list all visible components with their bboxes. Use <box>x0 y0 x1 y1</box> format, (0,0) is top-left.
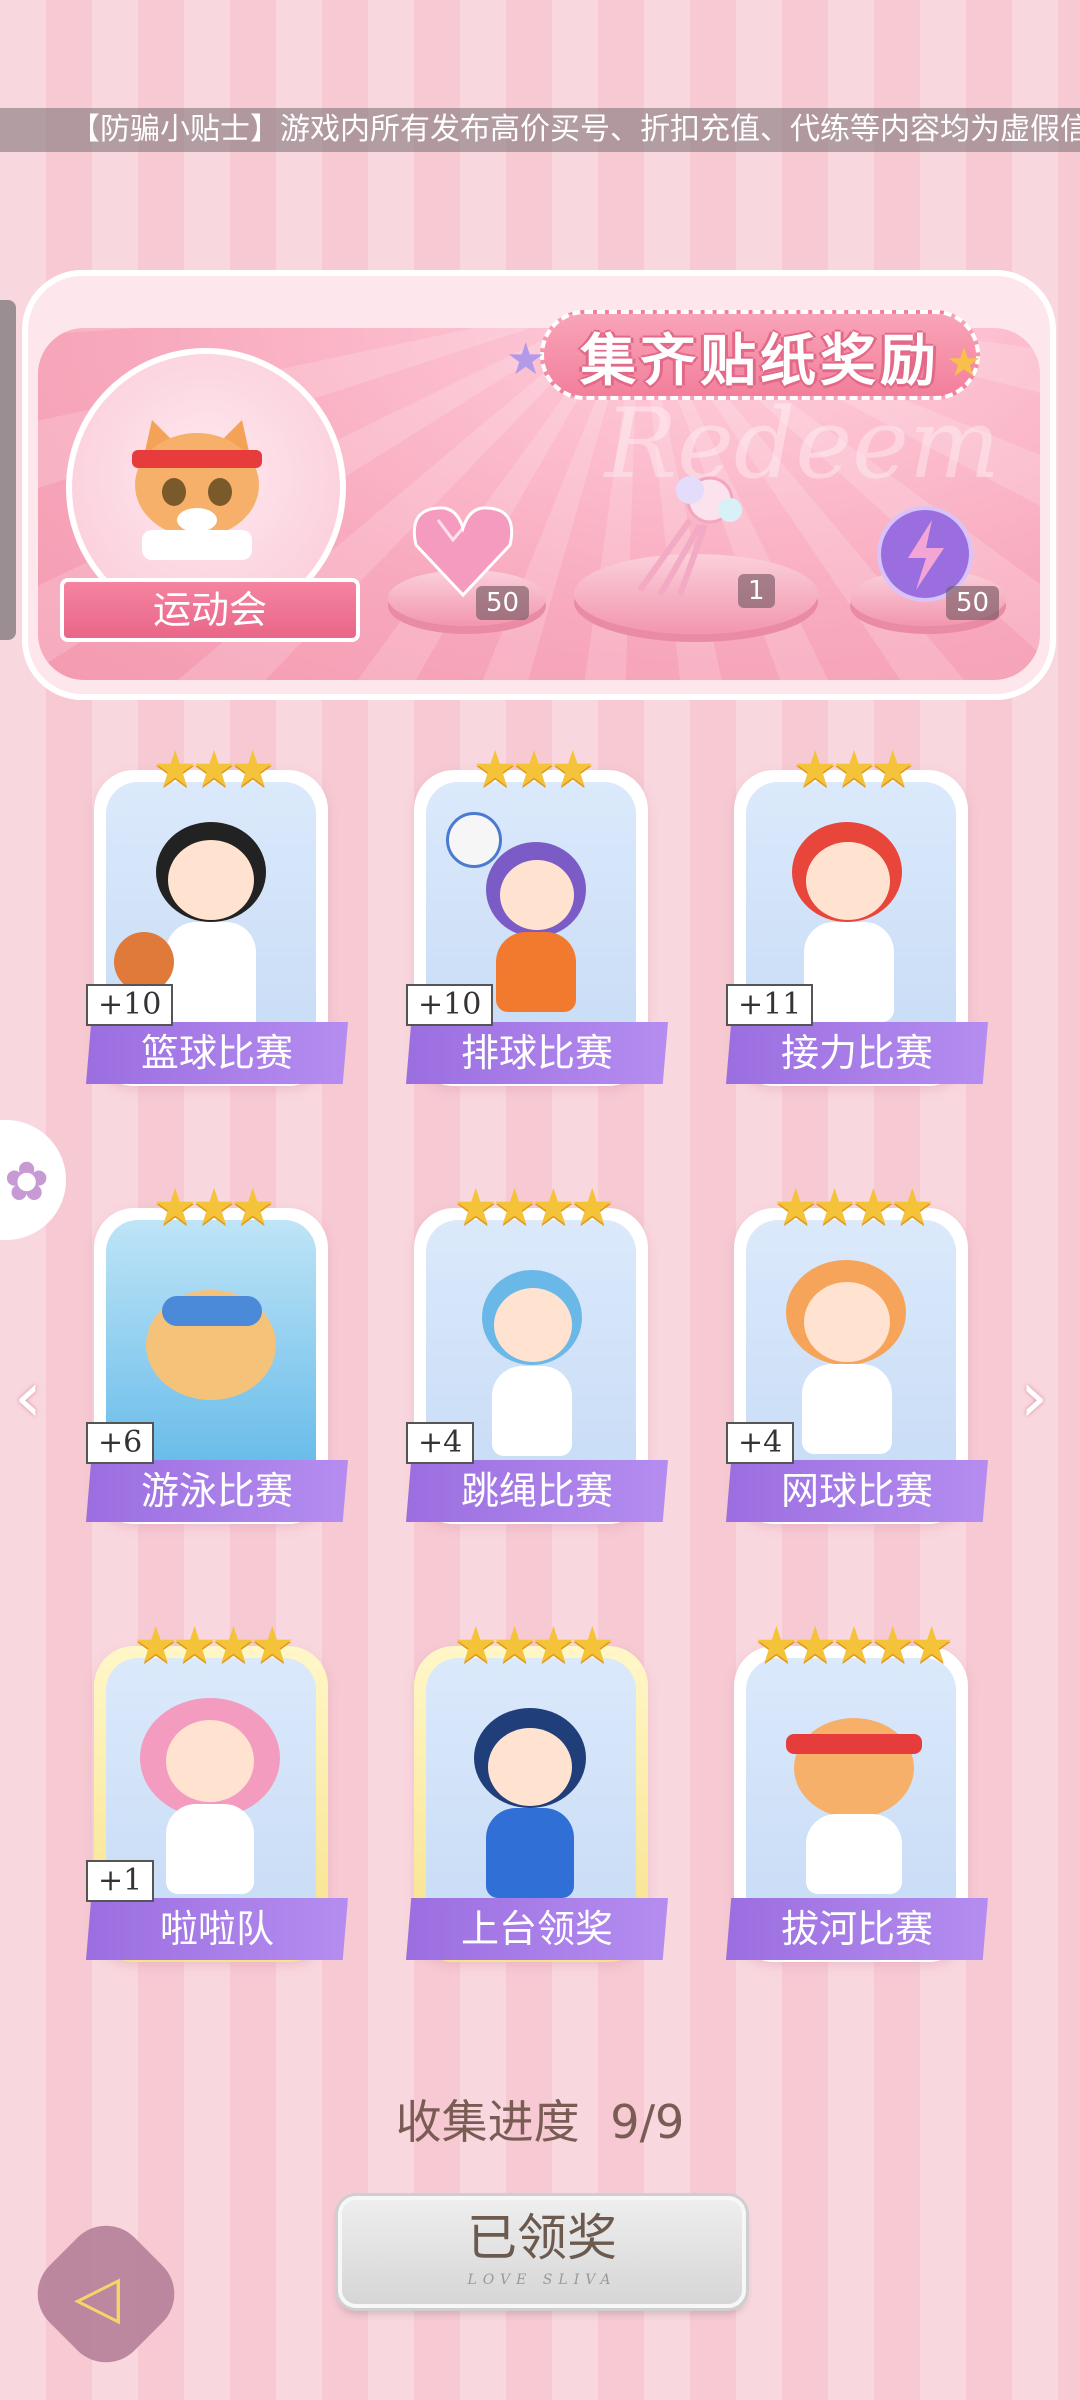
reward-qty: 50 <box>476 586 530 620</box>
sticker-card-volleyball[interactable]: ★★★ 排球比赛 +10 <box>406 740 668 1100</box>
card-label: 啦啦队 <box>86 1898 348 1960</box>
rating-stars: ★★★ <box>152 1178 275 1236</box>
card-label: 拔河比赛 <box>726 1898 988 1960</box>
card-label: 跳绳比赛 <box>406 1460 668 1522</box>
card-label: 排球比赛 <box>406 1022 668 1084</box>
card-bonus-badge: +1 <box>86 1860 155 1902</box>
claimed-button-label: 已领奖 <box>467 2209 617 2267</box>
card-label: 接力比赛 <box>726 1022 988 1084</box>
side-menu-bubble[interactable]: ✿ <box>0 1120 66 1240</box>
progress-label: 收集进度 <box>395 2095 580 2149</box>
rating-stars: ★★★★ <box>453 1178 614 1236</box>
card-label: 网球比赛 <box>726 1460 988 1522</box>
anti-fraud-ticker: 【防骗小贴士】游戏内所有发布高价买号、折扣充值、代练等内容均为虚假信 <box>0 108 1080 152</box>
back-arrow-icon: ◁ <box>74 2262 121 2332</box>
sticker-card-award[interactable]: ★★★★ 上台领奖 <box>406 1616 668 1976</box>
card-label: 上台领奖 <box>406 1898 668 1960</box>
claimed-button[interactable]: 已领奖 LOVE SLIVA <box>338 2196 746 2308</box>
next-page-arrow-icon[interactable]: › <box>1020 1356 1048 1438</box>
rating-stars: ★★★★ <box>133 1616 294 1674</box>
cat-mascot-icon <box>132 420 262 560</box>
card-label: 篮球比赛 <box>86 1022 348 1084</box>
rating-stars: ★★★★★ <box>753 1616 954 1674</box>
heart-gem-icon <box>412 506 514 598</box>
sticker-card-cheerleading[interactable]: ★★★★ 啦啦队 +1 <box>86 1616 348 1976</box>
prev-page-arrow-icon[interactable]: ‹ <box>14 1356 42 1438</box>
card-label: 游泳比赛 <box>86 1460 348 1522</box>
claimed-button-sub: LOVE SLIVA <box>467 2272 617 2288</box>
sticker-card-swimming[interactable]: ★★★ 游泳比赛 +6 <box>86 1178 348 1538</box>
card-bonus-badge: +4 <box>406 1422 475 1464</box>
card-bonus-badge: +10 <box>86 984 174 1026</box>
reward-qty: 50 <box>946 586 1000 620</box>
progress-value: 9/9 <box>610 2095 685 2149</box>
rating-stars: ★★★ <box>792 740 915 798</box>
side-drawer-handle[interactable] <box>0 300 16 640</box>
collection-progress: 收集进度 9/9 <box>0 2086 1080 2152</box>
card-bonus-badge: +6 <box>86 1422 155 1464</box>
sticker-card-basketball[interactable]: ★★★ 篮球比赛 +10 <box>86 740 348 1100</box>
reward-qty: 1 <box>738 574 775 608</box>
rating-stars: ★★★★ <box>773 1178 934 1236</box>
sticker-card-tennis[interactable]: ★★★★ 网球比赛 +4 <box>726 1178 988 1538</box>
rating-stars: ★★★★ <box>453 1616 614 1674</box>
sticker-card-relay[interactable]: ★★★ 接力比赛 +11 <box>726 740 988 1100</box>
rating-stars: ★★★ <box>472 740 595 798</box>
event-name-ribbon: 运动会 <box>60 578 360 642</box>
card-bonus-badge: +10 <box>406 984 494 1026</box>
sticker-card-tug-of-war[interactable]: ★★★★★ 拔河比赛 <box>726 1616 988 1976</box>
card-bonus-badge: +11 <box>726 984 814 1026</box>
rating-stars: ★★★ <box>152 740 275 798</box>
card-bonus-badge: +4 <box>726 1422 795 1464</box>
sparkle-star-icon: ★ <box>506 334 546 385</box>
sticker-card-jump-rope[interactable]: ★★★★ 跳绳比赛 +4 <box>406 1178 668 1538</box>
flower-icon: ✿ <box>4 1150 50 1213</box>
banner-title: 集齐贴纸奖励 <box>580 329 940 394</box>
sparkle-star-icon: ★ <box>946 340 982 386</box>
